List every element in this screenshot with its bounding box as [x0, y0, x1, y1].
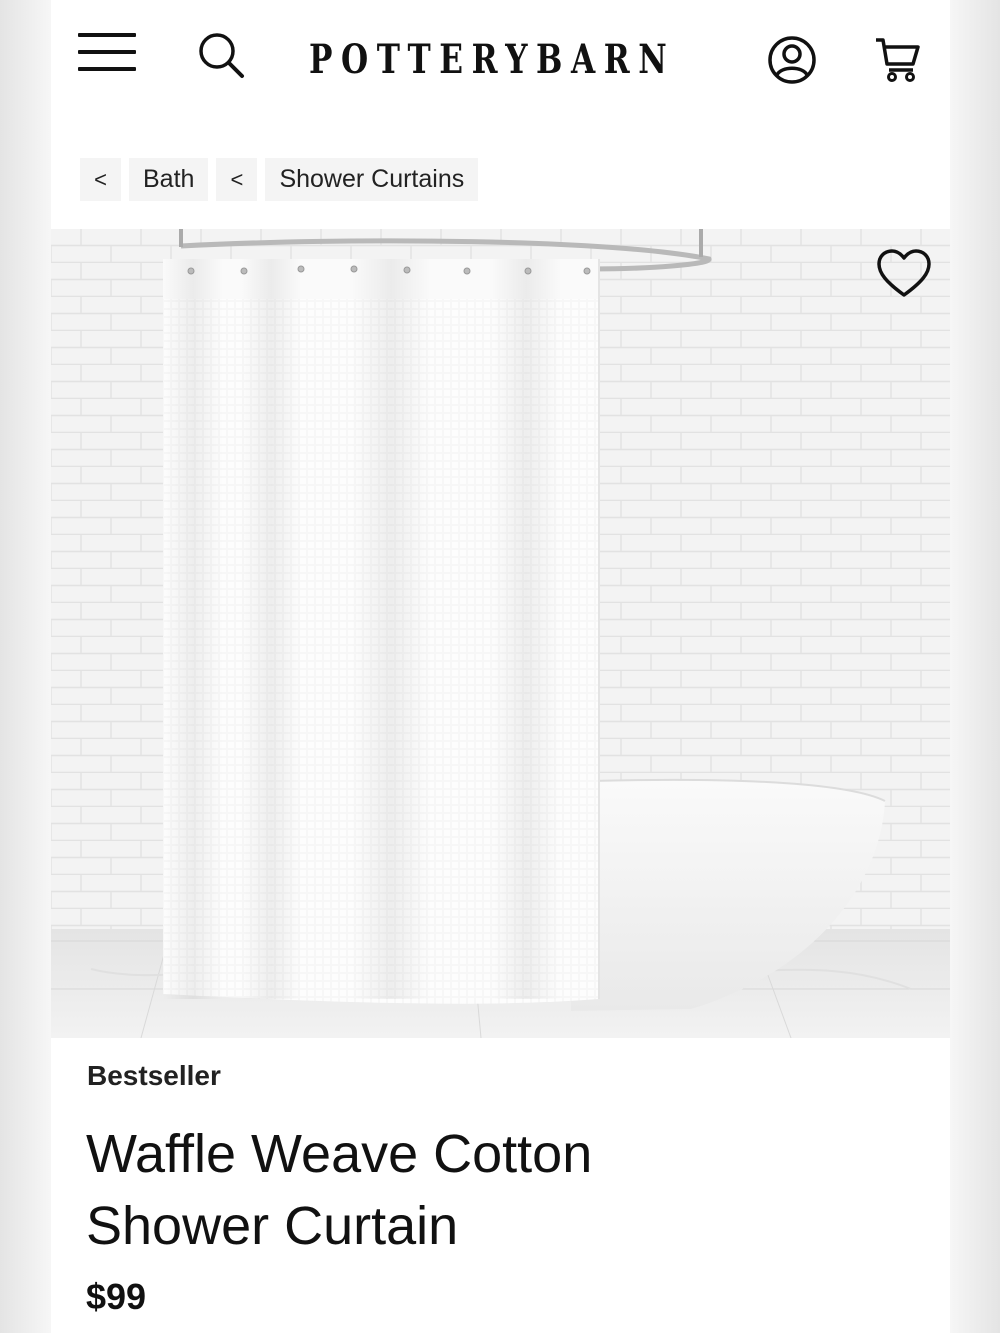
bestseller-badge: Bestseller: [87, 1060, 221, 1091]
product-title-line: Shower Curtain: [86, 1196, 459, 1256]
breadcrumb-item-shower-curtains[interactable]: Shower Curtains: [265, 158, 479, 201]
breadcrumb-back-chevron[interactable]: <: [216, 158, 258, 201]
product-page: POTTERYBARN < Bath < Shower Curtains Bes…: [51, 0, 950, 1333]
product-price: $99: [86, 1276, 147, 1317]
heart-icon[interactable]: [876, 248, 932, 300]
menu-icon[interactable]: [78, 33, 136, 73]
breadcrumb-back-chevron[interactable]: <: [80, 158, 121, 201]
search-icon[interactable]: [196, 30, 246, 80]
breadcrumb-item-bath[interactable]: Bath: [129, 158, 209, 201]
account-icon[interactable]: [766, 34, 818, 86]
product-title: Waffle Weave Cotton Shower Curtain: [86, 1118, 886, 1262]
cart-icon[interactable]: [873, 34, 923, 84]
breadcrumb: < Bath < Shower Curtains: [80, 158, 479, 201]
brand-logo[interactable]: POTTERYBARN: [309, 36, 667, 84]
product-title-line: Waffle Weave Cotton: [86, 1124, 593, 1184]
site-header: POTTERYBARN: [51, 0, 950, 120]
product-image[interactable]: [51, 229, 950, 1038]
